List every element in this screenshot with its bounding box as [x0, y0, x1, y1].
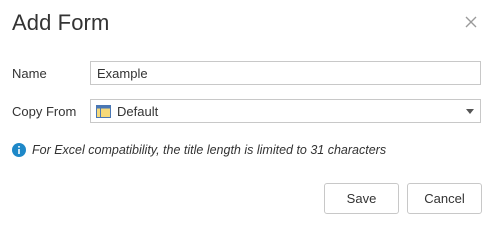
name-row: Name: [12, 61, 481, 85]
copy-from-value: Default: [117, 103, 159, 119]
info-text: For Excel compatibility, the title lengt…: [32, 143, 387, 157]
copy-from-row: Copy From Default: [12, 99, 481, 123]
chevron-down-icon: [466, 109, 474, 114]
close-button[interactable]: [463, 14, 479, 30]
add-form-dialog: Add Form Name Copy From Default: [0, 0, 493, 225]
name-input[interactable]: [90, 61, 481, 85]
info-icon: [12, 143, 26, 157]
name-label: Name: [12, 65, 47, 81]
dialog-title: Add Form: [12, 10, 110, 35]
copy-from-select[interactable]: Default: [90, 99, 481, 123]
save-button[interactable]: Save: [324, 183, 399, 214]
cancel-button[interactable]: Cancel: [407, 183, 482, 214]
close-icon: [465, 16, 477, 28]
info-message: For Excel compatibility, the title lengt…: [12, 143, 386, 157]
form-icon: [96, 104, 111, 118]
copy-from-label: Copy From: [12, 103, 77, 119]
